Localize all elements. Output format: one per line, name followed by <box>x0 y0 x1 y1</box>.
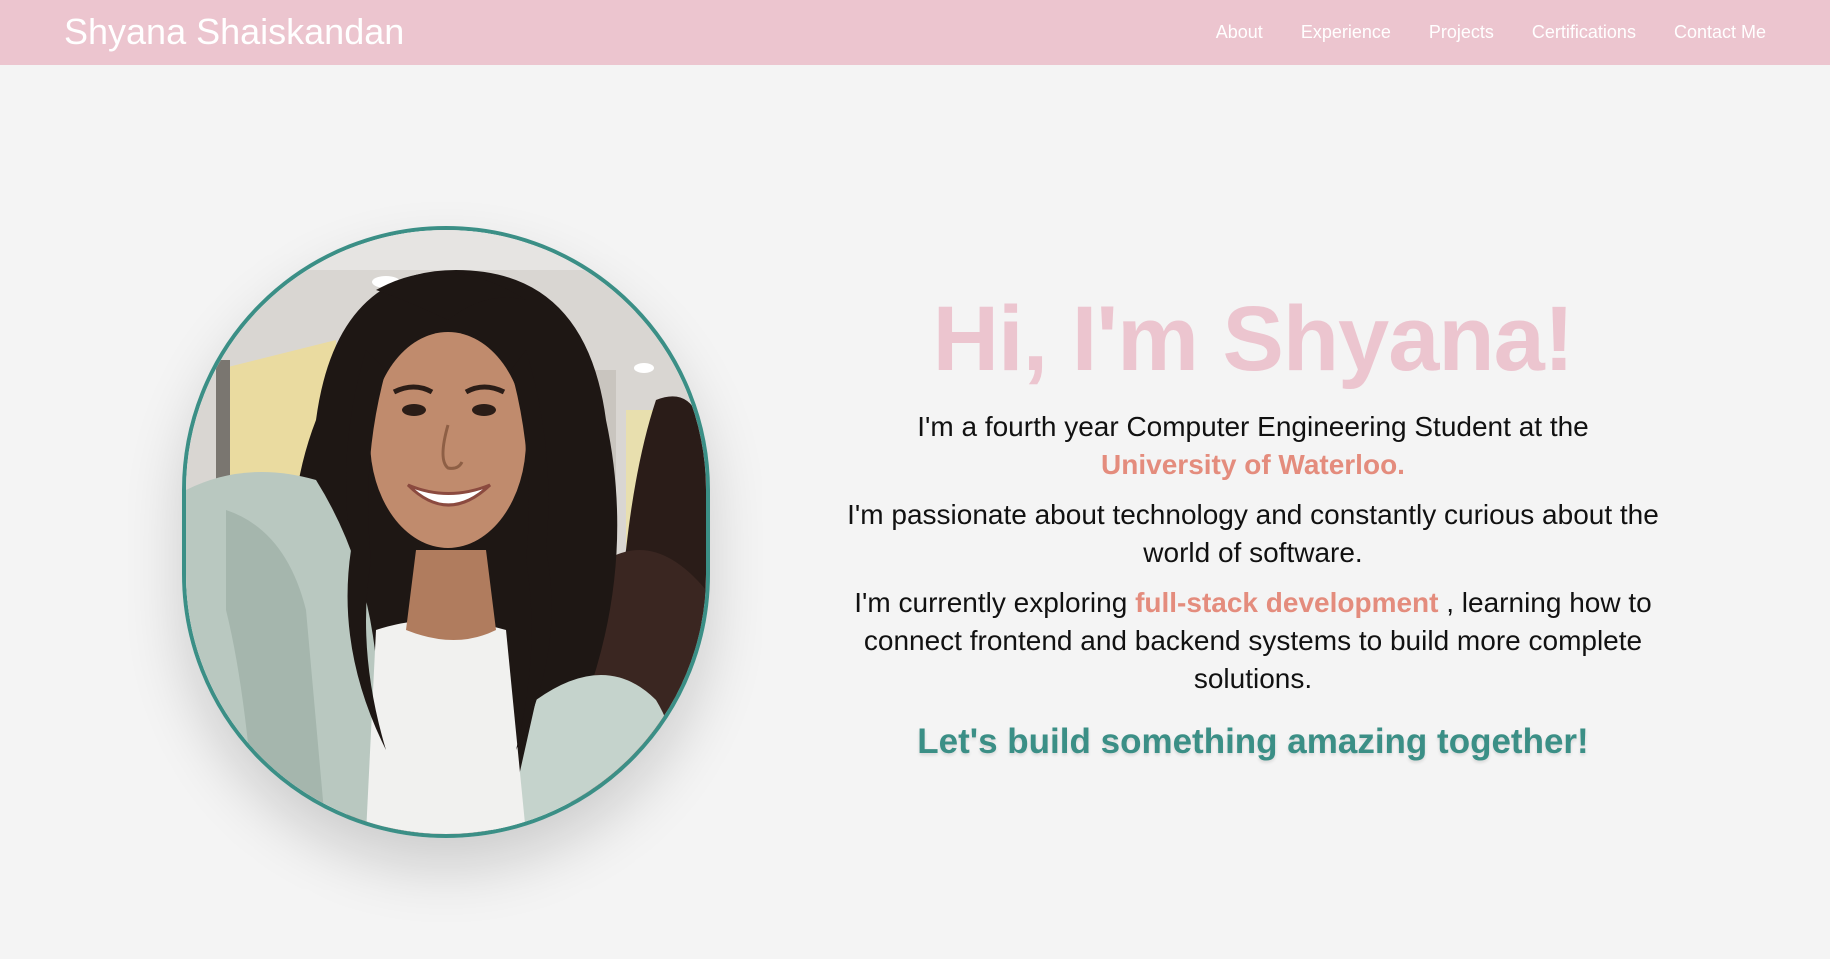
university-highlight: University of Waterloo. <box>1101 449 1405 480</box>
brand-logo-link[interactable]: Shyana Shaiskandan <box>64 10 404 54</box>
hero-section: Hi, I'm Shyana! I'm a fourth year Comput… <box>840 280 1666 764</box>
nav-link-contact-me[interactable]: Contact Me <box>1674 22 1766 42</box>
intro-paragraph: I'm a fourth year Computer Engineering S… <box>840 408 1666 484</box>
intro-text: I'm a fourth year Computer Engineering S… <box>917 411 1589 442</box>
nav-item-certifications: Certifications <box>1532 22 1636 43</box>
navbar: Shyana Shaiskandan About Experience Proj… <box>0 0 1830 65</box>
nav-links: About Experience Projects Certifications… <box>1216 0 1766 65</box>
exploring-text-before: I'm currently exploring <box>854 587 1128 618</box>
nav-item-about: About <box>1216 22 1263 43</box>
profile-photo-illustration <box>186 230 706 834</box>
exploring-paragraph: I'm currently exploring full-stack devel… <box>840 584 1666 698</box>
fullstack-highlight: full-stack development <box>1135 587 1439 618</box>
call-to-action: Let's build something amazing together! <box>917 722 1589 761</box>
nav-link-certifications[interactable]: Certifications <box>1532 22 1636 42</box>
nav-item-contact: Contact Me <box>1674 22 1766 43</box>
passion-paragraph: I'm passionate about technology and cons… <box>847 499 1659 568</box>
nav-item-experience: Experience <box>1301 22 1391 43</box>
nav-link-about[interactable]: About <box>1216 22 1263 42</box>
profile-photo <box>182 226 710 838</box>
nav-item-projects: Projects <box>1429 22 1494 43</box>
nav-link-projects[interactable]: Projects <box>1429 22 1494 42</box>
hero-greeting: Hi, I'm Shyana! <box>932 288 1575 390</box>
nav-link-experience[interactable]: Experience <box>1301 22 1391 42</box>
